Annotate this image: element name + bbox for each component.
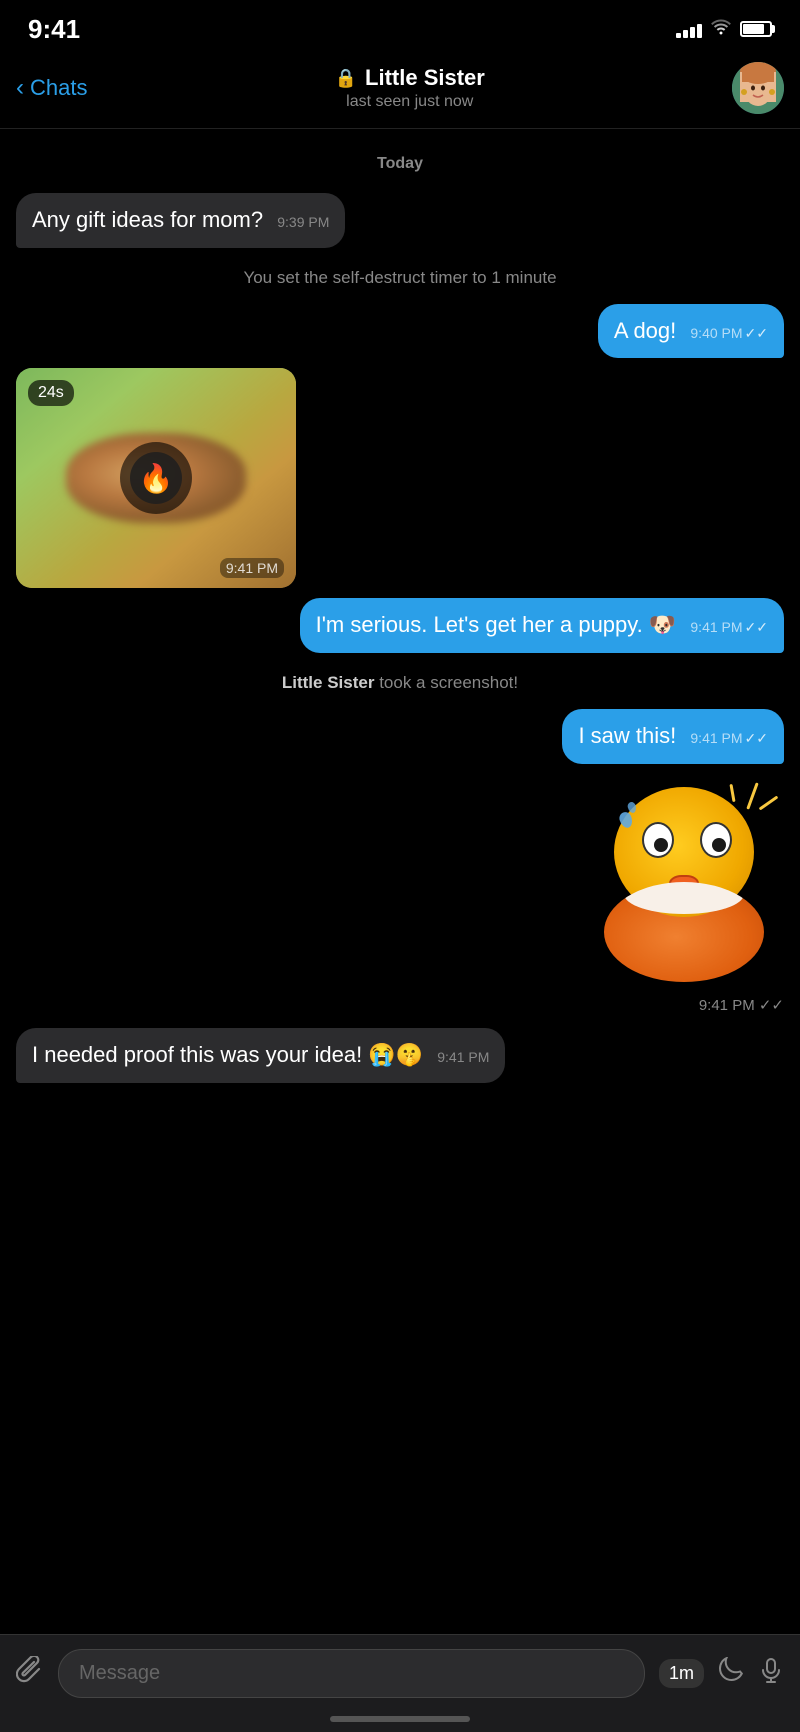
message-time: 9:40 PM — [690, 325, 742, 341]
message-text: Any gift ideas for mom? — [32, 207, 263, 232]
video-time: 9:41 PM — [220, 558, 284, 578]
moon-button[interactable] — [718, 1657, 744, 1690]
flame-icon: 🔥 — [139, 462, 174, 495]
message-input[interactable]: Message — [58, 1649, 645, 1698]
message-row: I needed proof this was your idea! 😭🤫 9:… — [16, 1028, 784, 1083]
chevron-left-icon: ‹ — [16, 74, 24, 102]
sticker-container[interactable]: 9:41 PM ✓✓ — [584, 782, 784, 1014]
message-row: I'm serious. Let's get her a puppy. 🐶 9:… — [16, 598, 784, 653]
contact-name: Little Sister — [365, 65, 485, 91]
sticker-message-row: 9:41 PM ✓✓ — [16, 782, 784, 1014]
message-time: 9:41 PM — [437, 1049, 489, 1065]
incoming-bubble[interactable]: Any gift ideas for mom? 9:39 PM — [16, 193, 345, 248]
outgoing-bubble[interactable]: I saw this! 9:41 PM✓✓ — [562, 709, 784, 764]
timer-badge[interactable]: 1m — [659, 1659, 704, 1688]
message-time: 9:41 PM — [690, 619, 742, 635]
play-button[interactable]: 🔥 — [120, 442, 192, 514]
message-text: A dog! — [614, 318, 676, 343]
video-thumbnail: 🔥 24s — [16, 368, 296, 588]
date-divider: Today — [16, 155, 784, 173]
home-indicator — [330, 1716, 470, 1722]
read-receipts: ✓✓ — [745, 730, 768, 746]
message-text: I saw this! — [578, 723, 676, 748]
message-time: 9:39 PM — [277, 214, 329, 230]
status-icons — [676, 19, 772, 40]
message-row: A dog! 9:40 PM✓✓ — [16, 304, 784, 359]
message-text: I'm serious. Let's get her a puppy. 🐶 — [316, 612, 677, 637]
message-row: I saw this! 9:41 PM✓✓ — [16, 709, 784, 764]
system-message-text: You set the self-destruct timer to 1 min… — [243, 268, 556, 287]
lock-icon: 🔒 — [335, 68, 357, 89]
status-bar: 9:41 — [0, 0, 800, 54]
outgoing-bubble[interactable]: I'm serious. Let's get her a puppy. 🐶 9:… — [300, 598, 784, 653]
message-placeholder: Message — [79, 1662, 160, 1685]
back-label[interactable]: Chats — [30, 75, 87, 101]
outgoing-bubble[interactable]: A dog! 9:40 PM✓✓ — [598, 304, 784, 359]
read-receipts: ✓✓ — [745, 325, 768, 341]
video-message[interactable]: 🔥 24s 9:41 PM — [16, 368, 296, 588]
attach-button[interactable] — [16, 1656, 44, 1692]
video-timer-badge: 24s — [28, 380, 74, 406]
avatar[interactable] — [732, 62, 784, 114]
incoming-bubble[interactable]: I needed proof this was your idea! 😭🤫 9:… — [16, 1028, 505, 1083]
last-seen-status: last seen just now — [346, 93, 473, 111]
back-button[interactable]: ‹ Chats — [16, 74, 87, 102]
system-message-bold: Little Sister took a screenshot! — [282, 673, 518, 692]
header-center: 🔒 Little Sister last seen just now — [335, 65, 485, 111]
contact-name-row: 🔒 Little Sister — [335, 65, 485, 91]
read-receipts: ✓✓ — [745, 619, 768, 635]
system-message: You set the self-destruct timer to 1 min… — [36, 266, 764, 290]
status-time: 9:41 — [28, 14, 80, 45]
message-text: I needed proof this was your idea! 😭🤫 — [32, 1042, 423, 1067]
wifi-icon — [710, 19, 732, 40]
system-message-screenshot: Little Sister took a screenshot! — [36, 671, 764, 695]
microphone-button[interactable] — [758, 1657, 784, 1690]
chat-area: Today Any gift ideas for mom? 9:39 PM Yo… — [0, 129, 800, 1187]
chat-header: ‹ Chats 🔒 Little Sister last seen just n… — [0, 54, 800, 129]
sticker-time: 9:41 PM ✓✓ — [584, 996, 784, 1014]
avatar-image — [732, 62, 784, 114]
message-row: Any gift ideas for mom? 9:39 PM — [16, 193, 784, 248]
message-time: 9:41 PM — [690, 730, 742, 746]
message-row: 🔥 24s 9:41 PM — [16, 368, 784, 588]
signal-icon — [676, 20, 702, 38]
battery-icon — [740, 21, 772, 37]
